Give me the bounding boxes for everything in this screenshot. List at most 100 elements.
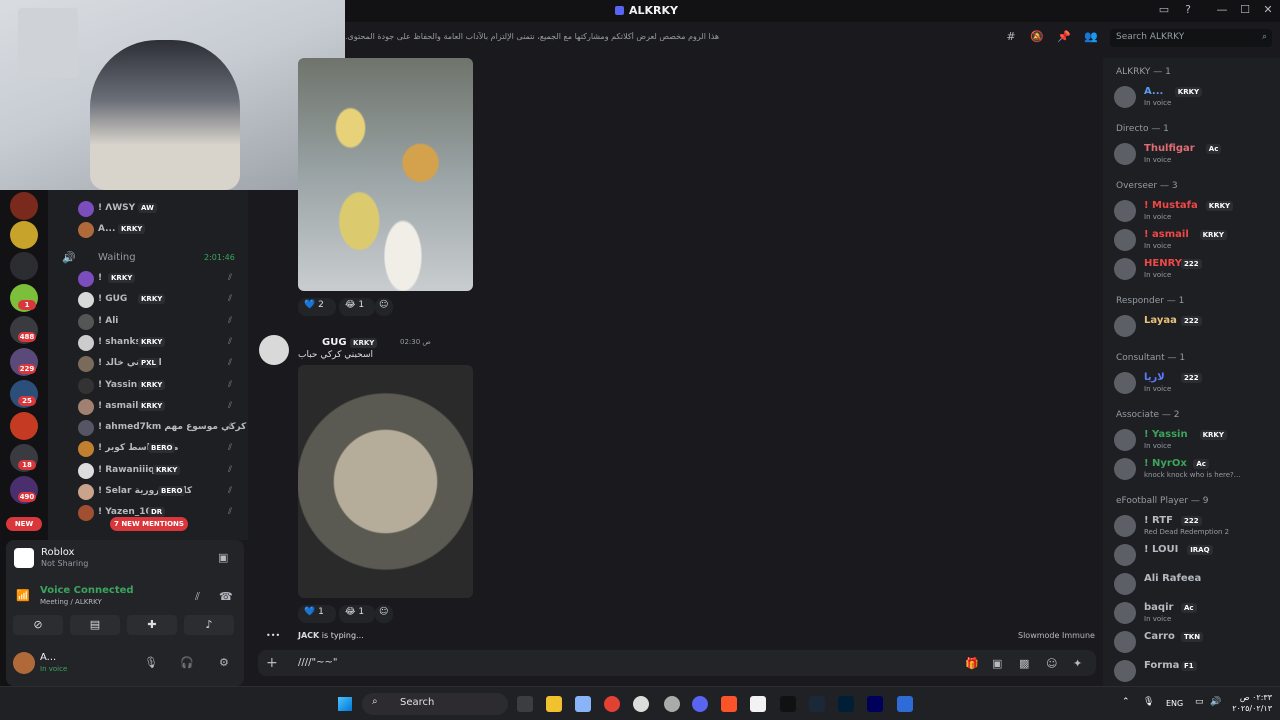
emoji-icon[interactable]: ☺ xyxy=(1046,657,1057,670)
avatar[interactable] xyxy=(259,335,289,365)
role-header: Responder — 1 xyxy=(1116,296,1185,306)
chrome-icon[interactable] xyxy=(604,696,620,712)
inbox-icon[interactable]: ▭ xyxy=(1156,3,1172,19)
soundboard-button[interactable]: ♪ xyxy=(184,615,234,635)
notifications-muted-icon[interactable]: 🔕 xyxy=(1030,30,1044,44)
microphone-icon[interactable]: 🎙 xyxy=(144,656,158,669)
server-icon[interactable] xyxy=(10,221,38,249)
app-icon[interactable] xyxy=(750,696,766,712)
add-reaction-icon[interactable]: ☺ xyxy=(375,298,393,316)
member-list-icon[interactable]: 👥 xyxy=(1084,30,1098,44)
app-icon[interactable] xyxy=(664,696,680,712)
pin-icon[interactable]: 📌 xyxy=(1057,30,1071,44)
voice-member[interactable]: ! اسحبني خالد PXL ⫽ xyxy=(78,354,248,374)
member-entry[interactable]: ! asmail KRKY In voice xyxy=(1114,227,1276,253)
member-name: Layaa xyxy=(1144,315,1177,326)
gift-icon[interactable]: 🎁 xyxy=(965,657,979,670)
member-entry[interactable]: A... KRKY In voice xyxy=(1114,84,1276,110)
screen-share-button[interactable]: ▤ xyxy=(70,615,120,635)
help-icon[interactable]: ? xyxy=(1180,3,1196,19)
member-entry[interactable]: Layaa 222 xyxy=(1114,313,1276,339)
server-icon[interactable] xyxy=(10,412,38,440)
food-image-attachment[interactable] xyxy=(298,58,473,291)
member-entry[interactable]: ! NyrOx Ac knock knock who is here?... xyxy=(1114,456,1276,482)
sticker-icon[interactable]: ▩ xyxy=(1019,657,1029,670)
steam-icon[interactable] xyxy=(633,696,649,712)
display-icon[interactable]: ▭ xyxy=(1195,697,1204,707)
add-attachment-icon[interactable]: + xyxy=(266,655,278,671)
mention-badge: 25 xyxy=(18,396,36,406)
voice-member[interactable]: ! ΛWSY AW xyxy=(78,199,248,219)
disconnect-icon[interactable]: ☎ xyxy=(219,590,233,603)
member-entry[interactable]: ! Yassin KRKY In voice xyxy=(1114,427,1276,453)
voice-member[interactable]: ! Ali ⫽ xyxy=(78,312,248,332)
reaction-laugh[interactable]: 😂 1 xyxy=(339,605,375,623)
apps-icon[interactable]: ✦ xyxy=(1073,657,1082,670)
voice-member[interactable]: ! GUG KRKY ⫽ xyxy=(78,290,248,310)
voice-member[interactable]: ! KRKY ⫽ xyxy=(78,269,248,289)
app-icon[interactable] xyxy=(897,696,913,712)
voice-member[interactable]: ! ahmed7km كركي موسوع مهم ⫽ xyxy=(78,418,248,438)
language-indicator[interactable]: ENG xyxy=(1166,699,1183,708)
voice-member[interactable]: A... KRKY xyxy=(78,220,248,240)
microphone-icon[interactable]: 🎙 xyxy=(1143,697,1154,707)
close-button[interactable]: ✕ xyxy=(1260,3,1276,19)
gif-icon[interactable]: ▣ xyxy=(992,657,1002,670)
new-mentions-pill[interactable]: 7 NEW MENTIONS xyxy=(110,517,188,531)
voice-member[interactable]: ! ملكة واسط كوبر BERO ⫽ xyxy=(78,439,248,459)
maximize-button[interactable]: ☐ xyxy=(1237,3,1253,19)
store-icon[interactable] xyxy=(575,696,591,712)
member-entry[interactable]: Thulfigar Ac In voice xyxy=(1114,141,1276,167)
voice-member[interactable]: ! Rawaniiiq KRKY ⫽ xyxy=(78,461,248,481)
reaction-heart[interactable]: 💙 1 xyxy=(298,605,336,623)
file-explorer-icon[interactable] xyxy=(546,696,562,712)
photoshop-icon[interactable] xyxy=(838,696,854,712)
voice-member[interactable]: ! Yassin KRKY ⫽ xyxy=(78,376,248,396)
taskbar-search[interactable]: ⌕ Search xyxy=(362,693,508,715)
noodle-image-attachment[interactable] xyxy=(298,365,473,598)
screen-share-icon[interactable]: ▣ xyxy=(218,551,228,564)
chevron-up-icon[interactable]: ⌃ xyxy=(1122,697,1130,707)
voice-member[interactable]: ! asmail KRKY ⫽ xyxy=(78,397,248,417)
avatar[interactable] xyxy=(13,652,35,674)
new-badge[interactable]: NEW xyxy=(6,517,42,531)
member-entry[interactable]: ! RTF 222 Red Dead Redemption 2 xyxy=(1114,513,1276,539)
threads-icon[interactable]: # xyxy=(1004,30,1018,44)
volume-icon[interactable]: 🔊 xyxy=(1210,697,1221,707)
camera-off-button[interactable]: ⊘ xyxy=(13,615,63,635)
message-author[interactable]: GUG KRKY xyxy=(322,337,378,348)
reaction-heart[interactable]: 💙 2 xyxy=(298,298,336,316)
member-entry[interactable]: لاريا 222 In voice xyxy=(1114,370,1276,396)
member-entry[interactable]: baqir Ac In voice xyxy=(1114,600,1276,626)
composer-text[interactable]: ////"~~" xyxy=(298,657,337,668)
server-icon[interactable] xyxy=(10,252,38,280)
member-entry[interactable]: ! LOUI IRAQ xyxy=(1114,542,1276,568)
voice-channel-waiting[interactable]: 🔊 Waiting 2:01:46 xyxy=(62,250,242,266)
member-entry[interactable]: Forma F1 xyxy=(1114,658,1276,684)
steam-icon[interactable] xyxy=(809,696,825,712)
noise-suppression-icon[interactable]: ⫽ xyxy=(195,590,200,604)
brave-icon[interactable] xyxy=(721,696,737,712)
voice-channel-path[interactable]: Meeting / ALKRKY xyxy=(40,598,102,606)
voice-member[interactable]: ! shanks KRKY ⫽ xyxy=(78,333,248,353)
minimize-button[interactable]: — xyxy=(1214,3,1230,19)
capcut-icon[interactable] xyxy=(780,696,796,712)
discord-icon[interactable] xyxy=(692,696,708,712)
member-entry[interactable]: HENRY 222 In voice xyxy=(1114,256,1276,282)
add-reaction-icon[interactable]: ☺ xyxy=(375,605,393,623)
premiere-icon[interactable] xyxy=(867,696,883,712)
headphones-icon[interactable]: 🎧 xyxy=(180,656,194,669)
server-icon[interactable] xyxy=(10,192,38,220)
member-entry[interactable]: ! Mustafa KRKY In voice xyxy=(1114,198,1276,224)
gear-icon[interactable]: ⚙ xyxy=(219,656,229,669)
activities-button[interactable]: ✚ xyxy=(127,615,177,635)
member-entry[interactable]: Ali Rafeea xyxy=(1114,571,1276,597)
voice-member[interactable]: ! Selar كلمة سروريةBERO⫽ xyxy=(78,482,248,502)
message-text: اسحبني كركي حباب xyxy=(298,350,374,360)
reaction-laugh[interactable]: 😂 1 xyxy=(339,298,375,316)
windows-start-icon[interactable] xyxy=(338,697,352,711)
clock[interactable]: ٠٢:٣٣ ص ٢٠٢٥/٠٢/١٣ xyxy=(1232,692,1272,714)
task-view-icon[interactable] xyxy=(517,696,533,712)
member-entry[interactable]: Carro TKN xyxy=(1114,629,1276,655)
search-input[interactable]: Search ALKRKY ⌕ xyxy=(1110,29,1272,47)
